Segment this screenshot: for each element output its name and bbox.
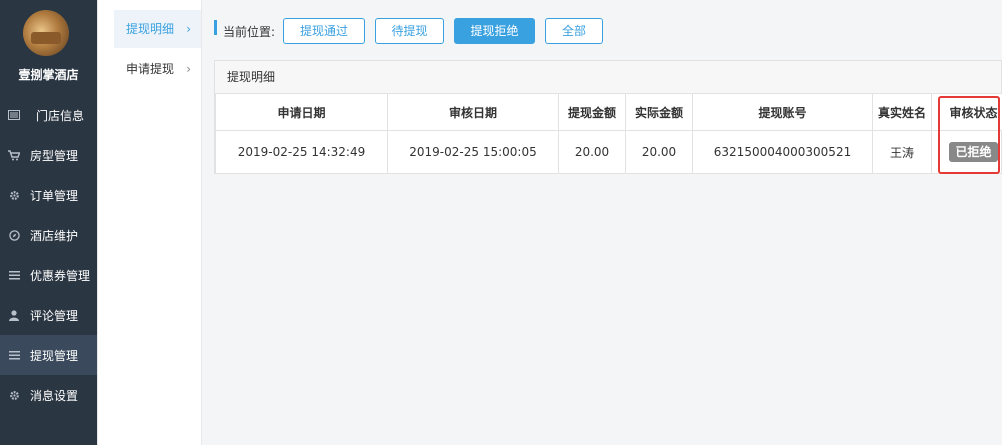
sidebar-item-label: 优惠券管理 (30, 268, 91, 283)
sidebar-item-label: 提现管理 (30, 348, 79, 363)
filter-approved-button[interactable]: 提现通过 (283, 18, 365, 44)
filter-rejected-button[interactable]: 提现拒绝 (454, 18, 535, 44)
column-header: 审核日期 (387, 93, 559, 131)
compass-icon (8, 229, 20, 241)
table-row: 2019-02-25 14:32:49 2019-02-25 15:00:05 … (215, 130, 1002, 174)
sidebar-item-reviews[interactable]: 评论管理 (0, 295, 97, 335)
sidebar-item-orders[interactable]: 订单管理 (0, 175, 97, 215)
sidebar-item-withdrawals[interactable]: 提现管理 (0, 335, 97, 375)
sidebar-item-label: 房型管理 (30, 148, 79, 163)
panel-title: 提现明细 (215, 61, 1001, 94)
subnav-item-withdrawal-details[interactable]: 提现明细 › (114, 10, 201, 48)
sidebar-item-message-settings[interactable]: 消息设置 (0, 375, 97, 415)
submenu-strip (97, 0, 115, 445)
subnav-item-label: 申请提现 (126, 62, 175, 76)
withdrawal-table: 申请日期 审核日期 提现金额 实际金额 提现账号 真实姓名 审核状态 2019-… (215, 93, 1002, 174)
column-header: 审核状态 (931, 93, 1002, 131)
sidebar-item-label: 消息设置 (30, 388, 79, 403)
hotel-avatar[interactable] (23, 10, 69, 56)
apply-date-cell: 2019-02-25 14:32:49 (215, 130, 388, 174)
review-date-cell: 2019-02-25 15:00:05 (387, 130, 559, 174)
sidebar-item-room-types[interactable]: 房型管理 (0, 135, 97, 175)
table-header-row: 申请日期 审核日期 提现金额 实际金额 提现账号 真实姓名 审核状态 (215, 93, 1002, 131)
cart-icon (8, 149, 20, 161)
status-cell: 已拒绝 (931, 130, 1002, 174)
subnav-item-label: 提现明细 (126, 22, 175, 36)
gear-icon (8, 389, 20, 401)
hotel-name: 壹捌掌酒店 (18, 68, 79, 82)
store-icon (8, 109, 20, 121)
column-header: 真实姓名 (872, 93, 932, 131)
account-cell: 632150004000300521 (692, 130, 873, 174)
column-header: 提现金额 (558, 93, 626, 131)
breadcrumb: 当前位置: (223, 25, 276, 39)
subnav: 提现明细 › 申请提现 › (114, 0, 202, 445)
column-header: 实际金额 (625, 93, 693, 131)
filter-all-button[interactable]: 全部 (545, 18, 603, 44)
sidebar-item-hotel-maintenance[interactable]: 酒店维护 (0, 215, 97, 255)
chevron-right-icon: › (186, 62, 191, 76)
sidebar-item-store-info[interactable]: 门店信息 (0, 95, 97, 135)
list-icon (8, 269, 20, 281)
list-icon (8, 349, 20, 361)
column-header: 申请日期 (215, 93, 388, 131)
sidebar-item-label: 评论管理 (30, 308, 79, 323)
user-icon (8, 309, 20, 321)
chevron-right-icon: › (186, 22, 191, 36)
subnav-item-apply-withdrawal[interactable]: 申请提现 › (114, 50, 201, 88)
amount-cell: 20.00 (558, 130, 626, 174)
status-badge: 已拒绝 (949, 142, 998, 162)
sidebar-item-label: 酒店维护 (30, 228, 79, 243)
withdrawal-details-panel: 提现明细 申请日期 审核日期 提现金额 实际金额 提现账号 真实姓名 审核状态 … (214, 60, 1002, 174)
breadcrumb-marker (214, 20, 217, 35)
sidebar-menu: 门店信息 房型管理 订单管理 酒店维护 优惠券管理 评论管理 提现管理 消息设置 (0, 95, 97, 415)
sidebar-item-label: 订单管理 (30, 188, 79, 203)
sidebar-item-coupons[interactable]: 优惠券管理 (0, 255, 97, 295)
gear-icon (8, 189, 20, 201)
filter-pending-button[interactable]: 待提现 (375, 18, 444, 44)
sidebar-item-label: 门店信息 (36, 108, 85, 123)
column-header: 提现账号 (692, 93, 873, 131)
real-name-cell: 王涛 (872, 130, 932, 174)
sidebar: 壹捌掌酒店 门店信息 房型管理 订单管理 酒店维护 优惠券管理 评论管理 提现管… (0, 0, 97, 445)
actual-amount-cell: 20.00 (625, 130, 693, 174)
